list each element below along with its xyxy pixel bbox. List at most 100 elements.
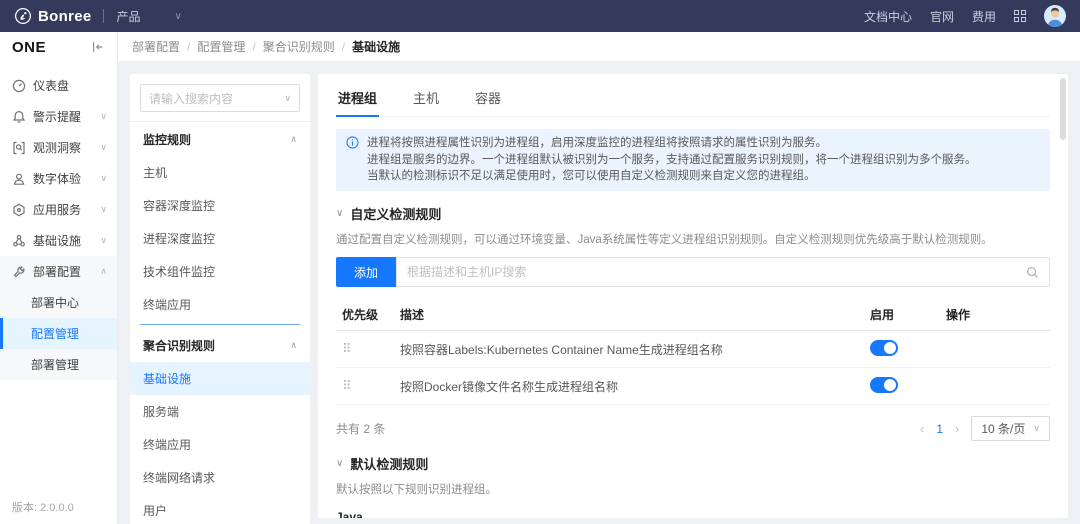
tab-bar: 进程组 主机 容器 xyxy=(336,80,1050,117)
sidebar-item-alerts[interactable]: 警示提醒 ∨ xyxy=(0,101,117,132)
section-title: 默认检测规则 xyxy=(350,457,429,473)
nav2-item-infrastructure[interactable]: 基础设施 xyxy=(130,362,310,395)
wrench-icon xyxy=(13,266,25,277)
enable-toggle[interactable] xyxy=(870,339,898,356)
user-avatar[interactable] xyxy=(1044,5,1066,27)
next-page-icon[interactable]: › xyxy=(955,421,959,436)
page-size-select[interactable]: 10 条/页 ∨ xyxy=(971,416,1050,442)
sidebar-item-label: 基础设施 xyxy=(33,234,82,248)
drag-handle-icon[interactable]: ⠿ xyxy=(342,378,351,393)
sidebar-item-observe-insight[interactable]: 观测洞察 ∨ xyxy=(0,132,117,163)
prev-page-icon[interactable]: ‹ xyxy=(920,421,924,436)
chevron-down-icon: ∨ xyxy=(336,458,344,470)
chevron-down-icon: ∨ xyxy=(100,235,107,245)
search-icon[interactable] xyxy=(1026,266,1039,279)
nav2-item-tech-component-monitor[interactable]: 技术组件监控 xyxy=(130,255,310,288)
nav2-group-aggregation-rules[interactable]: 聚合识别规则 ∧ xyxy=(130,328,310,362)
sidebar-item-digital-experience[interactable]: 数字体验 ∨ xyxy=(0,163,117,194)
info-banner: 进程将按照进程属性识别为进程组，启用深度监控的进程组将按照请求的属性识别为服务。… xyxy=(336,129,1050,192)
breadcrumb-item[interactable]: 部署配置 xyxy=(132,38,180,55)
breadcrumb-item[interactable]: 配置管理 xyxy=(197,38,245,55)
chevron-down-icon: ∨ xyxy=(100,173,107,183)
observe-icon xyxy=(13,141,25,154)
scrollbar[interactable] xyxy=(1060,76,1066,516)
section-description: 通过配置自定义检测规则，可以通过环境变量、Java系统属性等定义进程组识别规则。… xyxy=(336,234,993,247)
main-panel: 进程组 主机 容器 进程将按照进程属性识别为进程组，启用深度监控的进程组将按照请… xyxy=(318,74,1068,518)
sidebar-item-deploy-config[interactable]: 部署配置 ∧ xyxy=(0,256,117,287)
scrollbar-thumb[interactable] xyxy=(1060,78,1066,140)
breadcrumb-item[interactable]: 聚合识别规则 xyxy=(263,38,335,55)
link-doc-center[interactable]: 文档中心 xyxy=(864,8,912,25)
chevron-down-icon: ∨ xyxy=(1033,423,1040,434)
rule-description: 按照Docker镜像文件名称生成进程组名称 xyxy=(400,379,619,394)
bonree-logo[interactable]: Bonree xyxy=(14,7,91,25)
section-custom-rules[interactable]: ∨ 自定义检测规则 xyxy=(336,204,1050,223)
link-official-site[interactable]: 官网 xyxy=(930,8,954,25)
nav2-item-terminal-app2[interactable]: 终端应用 xyxy=(130,428,310,461)
breadcrumb-separator: / xyxy=(187,39,191,54)
topbar: Bonree 产品 ∨ 文档中心 官网 费用 xyxy=(0,0,1080,32)
table-header: 优先级 描述 启用 操作 xyxy=(336,299,1050,332)
sidebar-item-label: 观测洞察 xyxy=(33,141,82,155)
rule-search-input[interactable] xyxy=(407,265,1026,280)
sidebar-item-label: 警示提醒 xyxy=(33,110,82,124)
col-actions: 操作 xyxy=(946,308,971,323)
total-count: 共有 2 条 xyxy=(336,422,386,437)
chevron-up-icon: ∧ xyxy=(290,134,297,144)
rule-description: 按照容器Labels:Kubernetes Container Name生成进程… xyxy=(400,342,723,357)
sidebar-item-label: 数字体验 xyxy=(33,172,82,186)
sidebar-item-app-services[interactable]: 应用服务 ∨ xyxy=(0,194,117,225)
nav2-item-host[interactable]: 主机 xyxy=(130,156,310,189)
chevron-up-icon: ∧ xyxy=(100,266,107,276)
tab-container[interactable]: 容器 xyxy=(473,80,503,117)
col-description: 描述 xyxy=(400,308,425,323)
avatar-person-icon xyxy=(1047,7,1063,27)
chevron-down-icon[interactable]: ∨ xyxy=(175,11,182,22)
sidebar-item-dashboard[interactable]: 仪表盘 xyxy=(0,70,117,101)
breadcrumb-item-current: 基础设施 xyxy=(352,40,401,54)
collapse-sidebar-icon[interactable] xyxy=(91,40,105,54)
default-rule-name-java: Java xyxy=(336,510,363,518)
sidebar-child-label: 部署管理 xyxy=(31,358,80,372)
gauge-icon xyxy=(12,79,26,92)
nav2-item-user[interactable]: 用户 xyxy=(130,494,310,524)
add-button[interactable]: 添加 xyxy=(336,257,397,288)
rule-search-select[interactable]: 请输入搜索内容 ∨ xyxy=(140,84,300,112)
nav2-group-monitor-rules[interactable]: 监控规则 ∧ xyxy=(130,122,310,156)
breadcrumb: 部署配置 / 配置管理 / 聚合识别规则 / 基础设施 xyxy=(118,32,1080,62)
page-number[interactable]: 1 xyxy=(936,422,943,436)
sidebar-item-label: 应用服务 xyxy=(33,203,82,217)
col-priority: 优先级 xyxy=(342,308,379,323)
apps-grid-icon[interactable] xyxy=(1014,10,1026,22)
sidebar-item-label: 部署配置 xyxy=(33,265,82,279)
product-menu[interactable]: 产品 xyxy=(116,8,140,25)
nav2-item-terminal-network-request[interactable]: 终端网络请求 xyxy=(130,461,310,494)
topbar-divider xyxy=(103,9,105,23)
tab-process-group[interactable]: 进程组 xyxy=(336,80,380,117)
nav2-item-server-side[interactable]: 服务端 xyxy=(130,395,310,428)
section-title: 自定义检测规则 xyxy=(350,207,442,223)
drag-handle-icon[interactable]: ⠿ xyxy=(342,341,351,356)
nav2-item-container-deep-monitor[interactable]: 容器深度监控 xyxy=(130,189,310,222)
sidebar-item-label: 仪表盘 xyxy=(33,79,70,93)
info-line: 进程组是服务的边界。一个进程组默认被识别为一个服务，支持通过配置服务识别规则，将… xyxy=(367,153,977,166)
search-placeholder: 请输入搜索内容 xyxy=(149,91,234,106)
breadcrumb-separator: / xyxy=(252,39,256,54)
version-label: 版本: 2.0.0.0 xyxy=(12,502,74,514)
sidebar-item-deploy-center[interactable]: 部署中心 xyxy=(0,287,117,318)
nav2-item-terminal-app[interactable]: 终端应用 xyxy=(130,288,310,321)
sidebar-item-config-management[interactable]: 配置管理 xyxy=(0,318,117,349)
cluster-icon xyxy=(13,234,25,247)
col-enabled: 启用 xyxy=(870,308,895,323)
tab-host[interactable]: 主机 xyxy=(411,80,441,117)
section-description: 默认按照以下规则识别进程组。 xyxy=(336,484,497,497)
section-default-rules[interactable]: ∨ 默认检测规则 xyxy=(336,454,1050,473)
sidebar-item-deploy-management[interactable]: 部署管理 xyxy=(0,349,117,380)
nav2-item-process-deep-monitor[interactable]: 进程深度监控 xyxy=(130,222,310,255)
table-row: ⠿ 按照Docker镜像文件名称生成进程组名称 xyxy=(336,368,1050,406)
enable-toggle[interactable] xyxy=(870,376,898,393)
link-billing[interactable]: 费用 xyxy=(972,8,996,25)
brand-text: Bonree xyxy=(38,7,92,25)
user-icon xyxy=(13,173,25,185)
sidebar-item-infrastructure[interactable]: 基础设施 ∨ xyxy=(0,225,117,256)
